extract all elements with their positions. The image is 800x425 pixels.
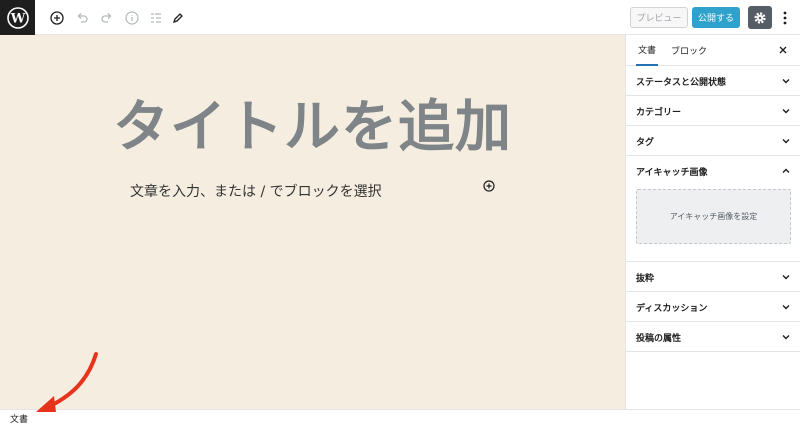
- panel-post-attributes[interactable]: 投稿の属性: [626, 322, 800, 352]
- undo-button[interactable]: [72, 8, 92, 28]
- panel-excerpt[interactable]: 抜粋: [626, 262, 800, 292]
- more-vertical-icon: [783, 11, 787, 25]
- chevron-down-icon: [782, 79, 790, 84]
- wordpress-logo-button[interactable]: W: [0, 0, 35, 35]
- content-info-button[interactable]: [122, 8, 142, 28]
- panel-tags[interactable]: タグ: [626, 126, 800, 156]
- tab-block[interactable]: ブロック: [671, 35, 707, 66]
- redo-button[interactable]: [97, 8, 117, 28]
- preview-button[interactable]: プレビュー: [630, 7, 688, 28]
- publish-button[interactable]: 公開する: [692, 7, 740, 28]
- chevron-down-icon: [782, 275, 790, 280]
- top-toolbar: W プレビュー 公開する: [0, 0, 800, 35]
- panel-label: 投稿の属性: [636, 333, 682, 344]
- list-view-icon: [151, 13, 161, 23]
- inline-add-block-button[interactable]: [482, 179, 496, 193]
- edit-mode-button[interactable]: [168, 8, 188, 28]
- add-block-icon: [483, 180, 495, 192]
- more-options-button[interactable]: [778, 8, 792, 28]
- panel-discussion[interactable]: ディスカッション: [626, 292, 800, 322]
- chevron-down-icon: [782, 109, 790, 114]
- add-block-icon: [50, 11, 64, 25]
- tab-document[interactable]: 文書: [636, 35, 659, 66]
- add-block-button[interactable]: [47, 8, 67, 28]
- close-sidebar-button[interactable]: [776, 43, 790, 57]
- panel-label: ステータスと公開状態: [636, 77, 727, 88]
- set-featured-image-button[interactable]: アイキャッチ画像を設定: [636, 189, 791, 244]
- panel-label: カテゴリー: [636, 107, 682, 118]
- breadcrumb-document[interactable]: 文書: [10, 412, 28, 425]
- chevron-down-icon: [782, 335, 790, 340]
- post-title-input[interactable]: タイトルを追加: [0, 82, 625, 163]
- edit-icon: [172, 13, 183, 24]
- gear-icon: [754, 11, 766, 24]
- settings-sidebar: 文書 ブロック ステータスと公開状態 カテゴリー タグ アイキャッチ画像 アイキ…: [625, 35, 800, 409]
- panel-label: タグ: [636, 137, 655, 148]
- editor-footer: 文書: [0, 409, 800, 425]
- close-icon: [779, 46, 787, 54]
- panel-status-visibility[interactable]: ステータスと公開状態: [626, 66, 800, 96]
- chevron-up-icon[interactable]: [781, 166, 791, 176]
- post-body-input[interactable]: 文章を入力、または / でブロックを選択: [130, 181, 382, 201]
- panel-featured-image: アイキャッチ画像 アイキャッチ画像を設定: [626, 156, 800, 262]
- panel-label[interactable]: アイキャッチ画像: [636, 156, 708, 186]
- info-icon: [125, 11, 139, 25]
- undo-icon: [77, 13, 88, 23]
- settings-button[interactable]: [748, 6, 772, 29]
- panel-label: 抜粋: [636, 273, 655, 284]
- redo-icon: [101, 13, 112, 23]
- chevron-down-icon: [782, 305, 790, 310]
- chevron-down-icon: [782, 139, 790, 144]
- panel-label: ディスカッション: [636, 303, 708, 314]
- annotation-arrow-icon: [36, 352, 98, 412]
- svg-text:W: W: [9, 11, 25, 26]
- list-view-button[interactable]: [146, 8, 166, 28]
- wordpress-icon: W: [6, 6, 29, 29]
- sidebar-tabs: 文書 ブロック: [626, 35, 800, 66]
- panel-categories[interactable]: カテゴリー: [626, 96, 800, 126]
